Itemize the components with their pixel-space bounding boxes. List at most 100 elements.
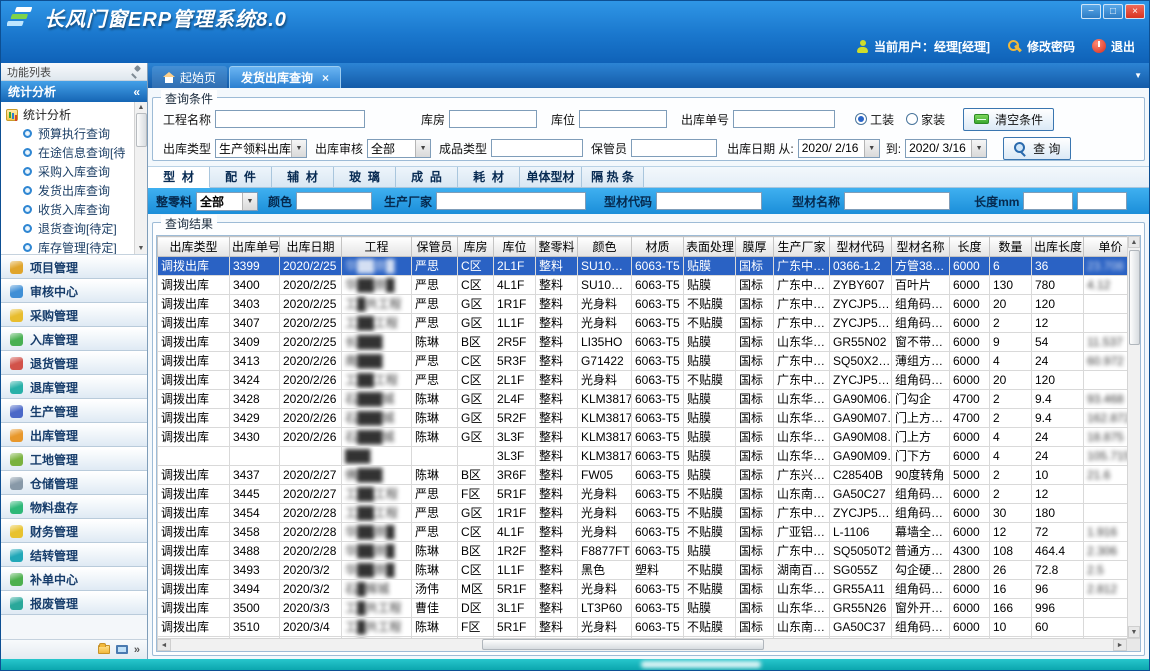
table-row[interactable]: 调拨出库34942020/3/2石█辉城汤伟M区5R1F整料光身料6063-T5… — [158, 580, 1141, 599]
column-header[interactable]: 整零料 — [536, 237, 578, 257]
table-row[interactable]: 调拨出库34372020/2/27佛███陈琳B区3R6F整料FW056063-… — [158, 466, 1141, 485]
out-type-select[interactable]: 生产领料出库 ▼ — [215, 139, 307, 158]
tab-list-dropdown-icon[interactable]: ▼ — [1134, 71, 1142, 80]
folder-icon[interactable] — [98, 645, 110, 654]
date-to-picker[interactable]: 2020/ 3/16 ▼ — [905, 139, 987, 158]
warehouse-input[interactable] — [449, 110, 537, 128]
scroll-right-icon[interactable]: ► — [1113, 639, 1127, 651]
table-row[interactable]: 调拨出库35002020/3/3工█共工程曹佳D区3L1F整料LT3P60606… — [158, 599, 1141, 618]
scroll-down-ic on[interactable]: ▼ — [1128, 626, 1140, 638]
scroll-thumb[interactable] — [1129, 250, 1140, 345]
material-tab[interactable]: 辅 材 — [272, 167, 334, 188]
table-row[interactable]: 调拨出库34542020/2/28工██工程严思G区1R1F整料光身料6063-… — [158, 504, 1141, 523]
table-row[interactable]: 调拨出库34132020/2/26南███严思C区5R3F整料G71422606… — [158, 352, 1141, 371]
table-row[interactable]: 调拨出库34932020/3/2华██原█陈琳C区1L1F整料黑色塑料不贴膜国标… — [158, 561, 1141, 580]
column-header[interactable]: 出库长度 — [1032, 237, 1084, 257]
column-header[interactable]: 数量 — [990, 237, 1032, 257]
sidebar-module-item[interactable]: 退库管理 — [1, 375, 147, 399]
radio-home-decor[interactable] — [906, 113, 918, 125]
material-tab[interactable]: 隔 热 条 — [582, 167, 644, 188]
sidebar-module-item[interactable]: 审核中心 — [1, 279, 147, 303]
column-header[interactable]: 材质 — [632, 237, 684, 257]
sidebar-module-item[interactable]: 财务管理 — [1, 519, 147, 543]
keeper-input[interactable] — [631, 139, 717, 157]
table-row[interactable]: 调拨出库34092020/2/25长███陈琳B区2R5F整料LI35HO606… — [158, 333, 1141, 352]
pin-icon[interactable] — [131, 66, 141, 77]
length-min-input[interactable] — [1023, 192, 1073, 210]
tree-item[interactable]: 预算执行查询 — [6, 124, 132, 143]
product-type-input[interactable] — [491, 139, 583, 157]
sidebar-module-item[interactable]: 物料盘存 — [1, 495, 147, 519]
material-tab[interactable]: 耗 材 — [458, 167, 520, 188]
tree-item[interactable]: 发货出库查询 — [6, 181, 132, 200]
date-from-picker[interactable]: 2020/ 2/16 ▼ — [798, 139, 880, 158]
sidebar-module-item[interactable]: 补单中心 — [1, 567, 147, 591]
table-row[interactable]: 调拨出库34452020/2/27工██工程严思F区5R1F整料光身料6063-… — [158, 485, 1141, 504]
tree-item[interactable]: 库存管理[待定] — [6, 238, 132, 255]
sidebar-module-item[interactable]: 工地管理 — [1, 447, 147, 471]
sidebar-module-item[interactable]: 仓储管理 — [1, 471, 147, 495]
tree-item[interactable]: 退货查询[待定] — [6, 219, 132, 238]
section-header-stats[interactable]: 统计分析 « — [1, 81, 147, 102]
column-header[interactable]: 表面处理 — [684, 237, 736, 257]
table-row[interactable]: 调拨出库34582020/2/28华██原█严思C区4L1F整料光身料6063-… — [158, 523, 1141, 542]
location-input[interactable] — [579, 110, 667, 128]
column-header[interactable]: 出库单号 — [230, 237, 280, 257]
tree-item[interactable]: 收货入库查询 — [6, 200, 132, 219]
monitor-icon[interactable] — [116, 645, 128, 654]
material-tab[interactable]: 成 品 — [396, 167, 458, 188]
sidebar-module-item[interactable]: 报废管理 — [1, 591, 147, 615]
column-header[interactable]: 颜色 — [578, 237, 632, 257]
material-tab[interactable]: 配 件 — [210, 167, 272, 188]
table-row[interactable]: 调拨出库35122020/3/4工█共工程陈琳F区1L2F整料光身料6063-T… — [158, 637, 1141, 639]
column-header[interactable]: 长度 — [950, 237, 990, 257]
length-max-input[interactable] — [1077, 192, 1127, 210]
tree-scrollbar[interactable]: ▲ ▼ — [134, 102, 147, 254]
logout-button[interactable]: 退出 — [1092, 38, 1135, 55]
sidebar-module-item[interactable]: 结转管理 — [1, 543, 147, 567]
column-header[interactable]: 型材名称 — [892, 237, 950, 257]
column-header[interactable]: 膜厚 — [736, 237, 774, 257]
column-header[interactable]: 型材代码 — [830, 237, 892, 257]
table-row[interactable]: 调拨出库34032020/2/25工█共工程严思G区1R1F整料光身料6063-… — [158, 295, 1141, 314]
scrollbar-track[interactable] — [171, 639, 1113, 651]
table-row[interactable]: 调拨出库34242020/2/26工██工程严思C区2L1F整料光身料6063-… — [158, 371, 1141, 390]
table-row[interactable]: 调拨出库33992020/2/25华██原█严思C区2L1F整料SU10…606… — [158, 257, 1141, 276]
table-row[interactable]: 调拨出库34002020/2/25华██原█严思C区4L1F整料SU10…606… — [158, 276, 1141, 295]
column-header[interactable]: 保管员 — [412, 237, 458, 257]
scroll-down-icon[interactable]: ▼ — [138, 245, 145, 252]
close-tab-icon[interactable]: × — [322, 71, 329, 85]
tree-root[interactable]: 统计分析 — [6, 105, 132, 124]
table-row[interactable]: 调拨出库34282020/2/26石███城陈琳G区2L4F整料KLM38176… — [158, 390, 1141, 409]
search-button[interactable]: 查 询 — [1003, 137, 1071, 160]
sidebar-module-item[interactable]: 生产管理 — [1, 399, 147, 423]
column-header[interactable]: 库位 — [494, 237, 536, 257]
material-tab[interactable]: 玻 璃 — [334, 167, 396, 188]
scroll-up-icon[interactable]: ▲ — [1128, 236, 1140, 248]
table-row[interactable]: 调拨出库34882020/2/28华██原█陈琳B区1R2F整料F8877FT6… — [158, 542, 1141, 561]
tree-item[interactable]: 采购入库查询 — [6, 162, 132, 181]
scroll-thumb[interactable] — [482, 639, 765, 650]
vertical-scrollbar[interactable]: ▲ ▼ — [1127, 236, 1140, 638]
clear-conditions-button[interactable]: 清空条件 — [963, 108, 1054, 131]
column-header[interactable]: 生产厂家 — [774, 237, 830, 257]
sidebar-module-item[interactable]: 采购管理 — [1, 303, 147, 327]
change-password-link[interactable]: 修改密码 — [1007, 38, 1075, 55]
project-name-input[interactable] — [215, 110, 365, 128]
table-row[interactable]: 调拨出库34302020/2/26石███城陈琳G区3L3F整料KLM38176… — [158, 428, 1141, 447]
close-button[interactable]: × — [1125, 4, 1145, 19]
column-header[interactable]: 库房 — [458, 237, 494, 257]
sidebar-module-item[interactable]: 项目管理 — [1, 255, 147, 279]
tree-item[interactable]: 在途信息查询[待 — [6, 143, 132, 162]
audit-select[interactable]: 全部 ▼ — [367, 139, 431, 158]
column-header[interactable]: 出库类型 — [158, 237, 230, 257]
scroll-left-icon[interactable]: ◄ — [157, 639, 171, 651]
material-tab[interactable]: 单体型材 — [520, 167, 582, 188]
table-row[interactable]: 调拨出库34072020/2/25工██工程严思G区1L1F整料光身料6063-… — [158, 314, 1141, 333]
table-row[interactable]: 调拨出库34292020/2/26石███城陈琳G区5R2F整料KLM38176… — [158, 409, 1141, 428]
tab-shipping-outbound-query[interactable]: 发货出库查询 × — [229, 66, 341, 88]
table-row[interactable]: 调拨出库35102020/3/4工█共工程陈琳F区5R1F整料光身料6063-T… — [158, 618, 1141, 637]
minimize-button[interactable]: − — [1081, 4, 1101, 19]
tab-home[interactable]: 起始页 — [152, 66, 227, 88]
column-header[interactable]: 工程 — [342, 237, 412, 257]
